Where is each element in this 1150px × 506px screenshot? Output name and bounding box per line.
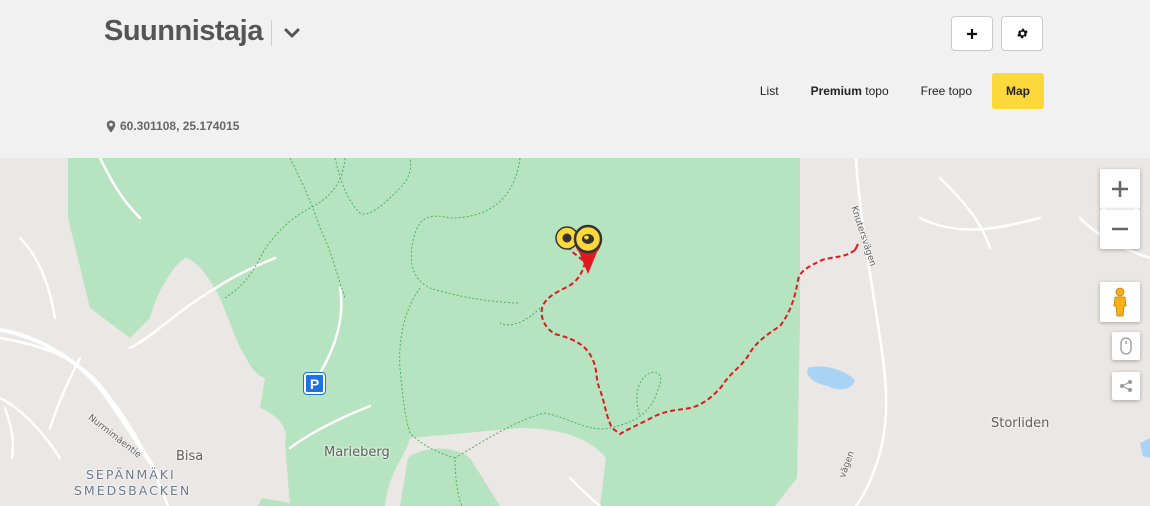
add-button[interactable] [951, 16, 993, 51]
forest-area [258, 498, 290, 506]
map-view[interactable]: P Marieberg Bisa SEPÄNMÄKI SMEDSBACKEN S… [0, 158, 1150, 506]
zoom-divider [1106, 209, 1134, 210]
view-tabs: List Premium topo Free topo Map [740, 73, 1044, 109]
lake [807, 366, 855, 390]
zoom-out-icon [1112, 227, 1128, 231]
tab-label-bold: Premium [810, 84, 862, 98]
parking-icon[interactable]: P [303, 372, 326, 395]
scroll-zoom-toggle[interactable] [1112, 332, 1140, 360]
map-pin-icon [106, 120, 116, 132]
map-canvas [0, 158, 1150, 506]
place-label: SEPÄNMÄKI [86, 467, 176, 482]
zoom-out-button[interactable] [1100, 209, 1140, 249]
tab-label: List [759, 84, 779, 98]
plus-icon [967, 28, 977, 39]
tab-label: Free topo [920, 84, 972, 98]
share-icon [1120, 380, 1132, 392]
settings-button[interactable] [1001, 16, 1043, 51]
header: Suunnistaja List Premium topo Free topo … [0, 0, 1150, 158]
route-markers[interactable] [552, 222, 612, 278]
page-title: Suunnistaja [104, 15, 263, 47]
tab-premium-topo[interactable]: Premium topo [799, 73, 901, 109]
place-label: Storliden [991, 416, 1050, 431]
zoom-in-button[interactable] [1100, 169, 1140, 209]
gear-icon [1016, 28, 1028, 39]
coordinates-value: 60.301108, 25.174015 [120, 119, 240, 133]
place-label: Marieberg [324, 445, 390, 460]
lake [1140, 438, 1150, 458]
zoom-in-icon [1112, 181, 1128, 197]
tab-label: topo [861, 84, 889, 98]
title-divider [271, 20, 272, 46]
chevron-down-icon [284, 28, 300, 38]
mouse-icon [1120, 337, 1132, 355]
share-button[interactable] [1112, 372, 1140, 400]
tab-label: Map [1006, 84, 1030, 98]
pegman-icon [1113, 287, 1127, 317]
tab-free-topo[interactable]: Free topo [909, 73, 984, 109]
place-label: Bisa [176, 449, 204, 464]
title-dropdown-toggle[interactable] [281, 22, 303, 44]
forest-area [400, 448, 500, 506]
place-label: SMEDSBACKEN [74, 483, 192, 498]
tab-list[interactable]: List [748, 73, 791, 109]
parking-label: P [309, 375, 320, 392]
street-view-button[interactable] [1100, 282, 1140, 322]
route-end [854, 243, 859, 251]
coordinates: 60.301108, 25.174015 [106, 119, 239, 133]
tab-map[interactable]: Map [992, 73, 1044, 109]
